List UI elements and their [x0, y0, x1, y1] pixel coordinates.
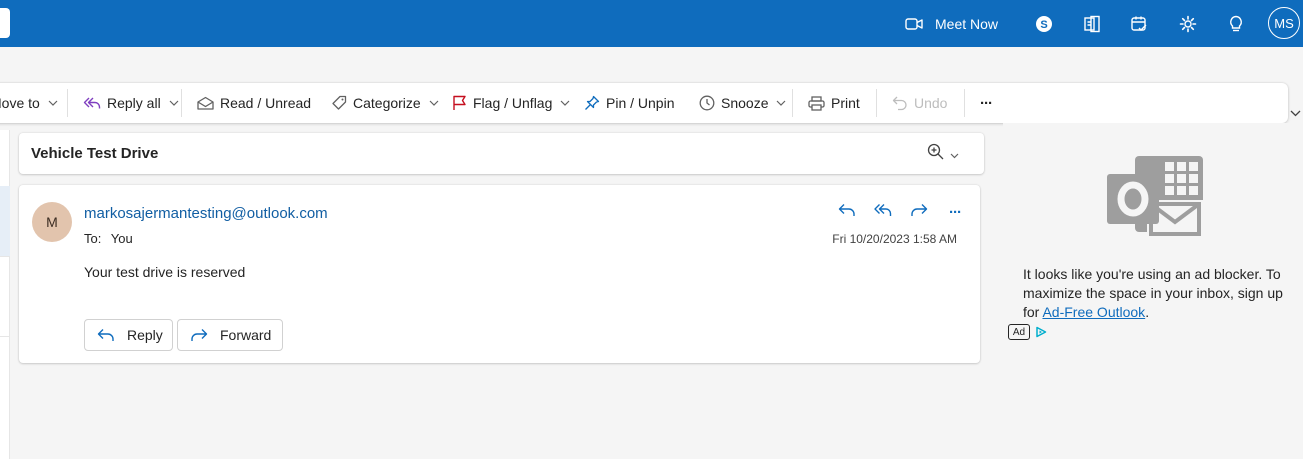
message-body: Your test drive is reserved: [84, 264, 246, 280]
message-actions: ···: [829, 201, 973, 223]
forward-icon: [190, 328, 208, 342]
print-button[interactable]: Print: [808, 83, 860, 123]
reply-all-icon: [83, 96, 101, 110]
reply-all-icon-button[interactable]: [865, 201, 901, 223]
chevron-down-icon[interactable]: [776, 100, 786, 106]
my-day-button[interactable]: [1129, 0, 1149, 47]
top-bar: Meet Now S MS: [0, 0, 1303, 47]
sender-avatar[interactable]: M: [32, 202, 72, 242]
divider: [964, 89, 965, 117]
skype-icon: S: [1035, 15, 1053, 33]
flag-icon: [452, 95, 467, 111]
reply-all-icon: [874, 203, 892, 222]
move-to-button[interactable]: Move to: [0, 83, 58, 123]
to-value[interactable]: You: [111, 231, 133, 246]
clock-icon: [699, 95, 715, 111]
forward-icon: [910, 203, 928, 222]
message-list-edge[interactable]: [0, 130, 10, 459]
reply-icon: [97, 328, 115, 342]
forward-button[interactable]: Forward: [177, 319, 283, 351]
account-avatar[interactable]: MS: [1268, 7, 1300, 39]
settings-button[interactable]: [1178, 0, 1198, 47]
selected-item-highlight: [0, 186, 10, 256]
undo-button[interactable]: Undo: [892, 83, 947, 123]
pin-unpin-label: Pin / Unpin: [606, 95, 675, 111]
reply-all-button[interactable]: Reply all: [83, 83, 179, 123]
print-label: Print: [831, 95, 860, 111]
chevron-down-icon: [950, 146, 959, 164]
meet-now-button[interactable]: Meet Now: [905, 0, 998, 47]
lightbulb-icon: [1228, 15, 1244, 33]
divider: [181, 89, 182, 117]
to-label: To:: [84, 231, 102, 246]
tips-button[interactable]: [1226, 0, 1246, 47]
gear-icon: [1179, 15, 1197, 33]
recipients-line: To: You: [84, 231, 139, 246]
categorize-button[interactable]: Categorize: [331, 83, 439, 123]
undo-label: Undo: [914, 95, 948, 111]
chevron-down-icon[interactable]: [169, 100, 179, 106]
ad-blocker-message: It looks like you're using an ad blocker…: [1023, 265, 1293, 322]
forward-icon-button[interactable]: [901, 201, 937, 223]
adchoices-icon[interactable]: [1035, 325, 1047, 343]
ribbon-expand-chevron-icon[interactable]: [1290, 104, 1301, 122]
chevron-down-icon[interactable]: [48, 100, 58, 106]
printer-icon: [808, 95, 825, 111]
search-box[interactable]: [0, 8, 10, 38]
reply-button[interactable]: Reply: [84, 319, 173, 351]
calendar-check-icon: [1130, 15, 1148, 33]
ad-badge: Ad: [1008, 324, 1030, 340]
move-to-label: Move to: [0, 95, 40, 111]
meet-now-label: Meet Now: [935, 15, 999, 32]
read-unread-label: Read / Unread: [220, 95, 312, 111]
divider: [0, 256, 10, 257]
envelope-open-icon: [197, 96, 214, 110]
zoom-in-icon: [927, 143, 945, 166]
zoom-button[interactable]: [927, 143, 959, 166]
ad-message-end: .: [1145, 304, 1150, 320]
reply-all-label: Reply all: [107, 95, 161, 111]
reply-icon: [838, 203, 856, 222]
reply-icon-button[interactable]: [829, 201, 865, 223]
video-camera-icon: [905, 17, 923, 31]
divider: [792, 89, 793, 117]
subject-title: Vehicle Test Drive: [31, 145, 159, 162]
office-icon: [1083, 15, 1101, 33]
message-more-button[interactable]: ···: [937, 201, 973, 223]
sender-address[interactable]: markosajermantesting@outlook.com: [84, 205, 328, 222]
pin-unpin-button[interactable]: Pin / Unpin: [584, 83, 674, 123]
read-unread-button[interactable]: Read / Unread: [197, 83, 311, 123]
flag-unflag-label: Flag / Unflag: [473, 95, 553, 111]
message-date: Fri 10/20/2023 1:58 AM: [832, 232, 957, 246]
divider: [876, 89, 877, 117]
outlook-logo-icon: [1107, 154, 1205, 245]
message-card: M markosajermantesting@outlook.com To: Y…: [19, 185, 980, 363]
pin-icon: [584, 95, 600, 111]
categorize-label: Categorize: [353, 95, 421, 111]
divider: [0, 336, 10, 337]
skype-button[interactable]: S: [1034, 0, 1054, 47]
ad-free-outlook-link[interactable]: Ad-Free Outlook: [1042, 304, 1145, 320]
divider: [67, 89, 68, 117]
svg-text:S: S: [1040, 19, 1047, 31]
command-ribbon: Move to Reply all Read / Unread Categori…: [0, 83, 1288, 123]
reply-button-label: Reply: [127, 327, 163, 343]
flag-unflag-button[interactable]: Flag / Unflag: [452, 83, 570, 123]
snooze-button[interactable]: Snooze: [699, 83, 786, 123]
office-apps-button[interactable]: [1082, 0, 1102, 47]
subject-header: Vehicle Test Drive: [19, 133, 984, 174]
chevron-down-icon[interactable]: [560, 100, 570, 106]
more-options-button[interactable]: ···: [980, 83, 993, 123]
forward-button-label: Forward: [220, 327, 272, 343]
ad-pane: It looks like you're using an ad blocker…: [1003, 123, 1303, 459]
chevron-down-icon[interactable]: [429, 100, 439, 106]
snooze-label: Snooze: [721, 95, 769, 111]
undo-icon: [892, 95, 908, 111]
tag-icon: [331, 95, 347, 111]
